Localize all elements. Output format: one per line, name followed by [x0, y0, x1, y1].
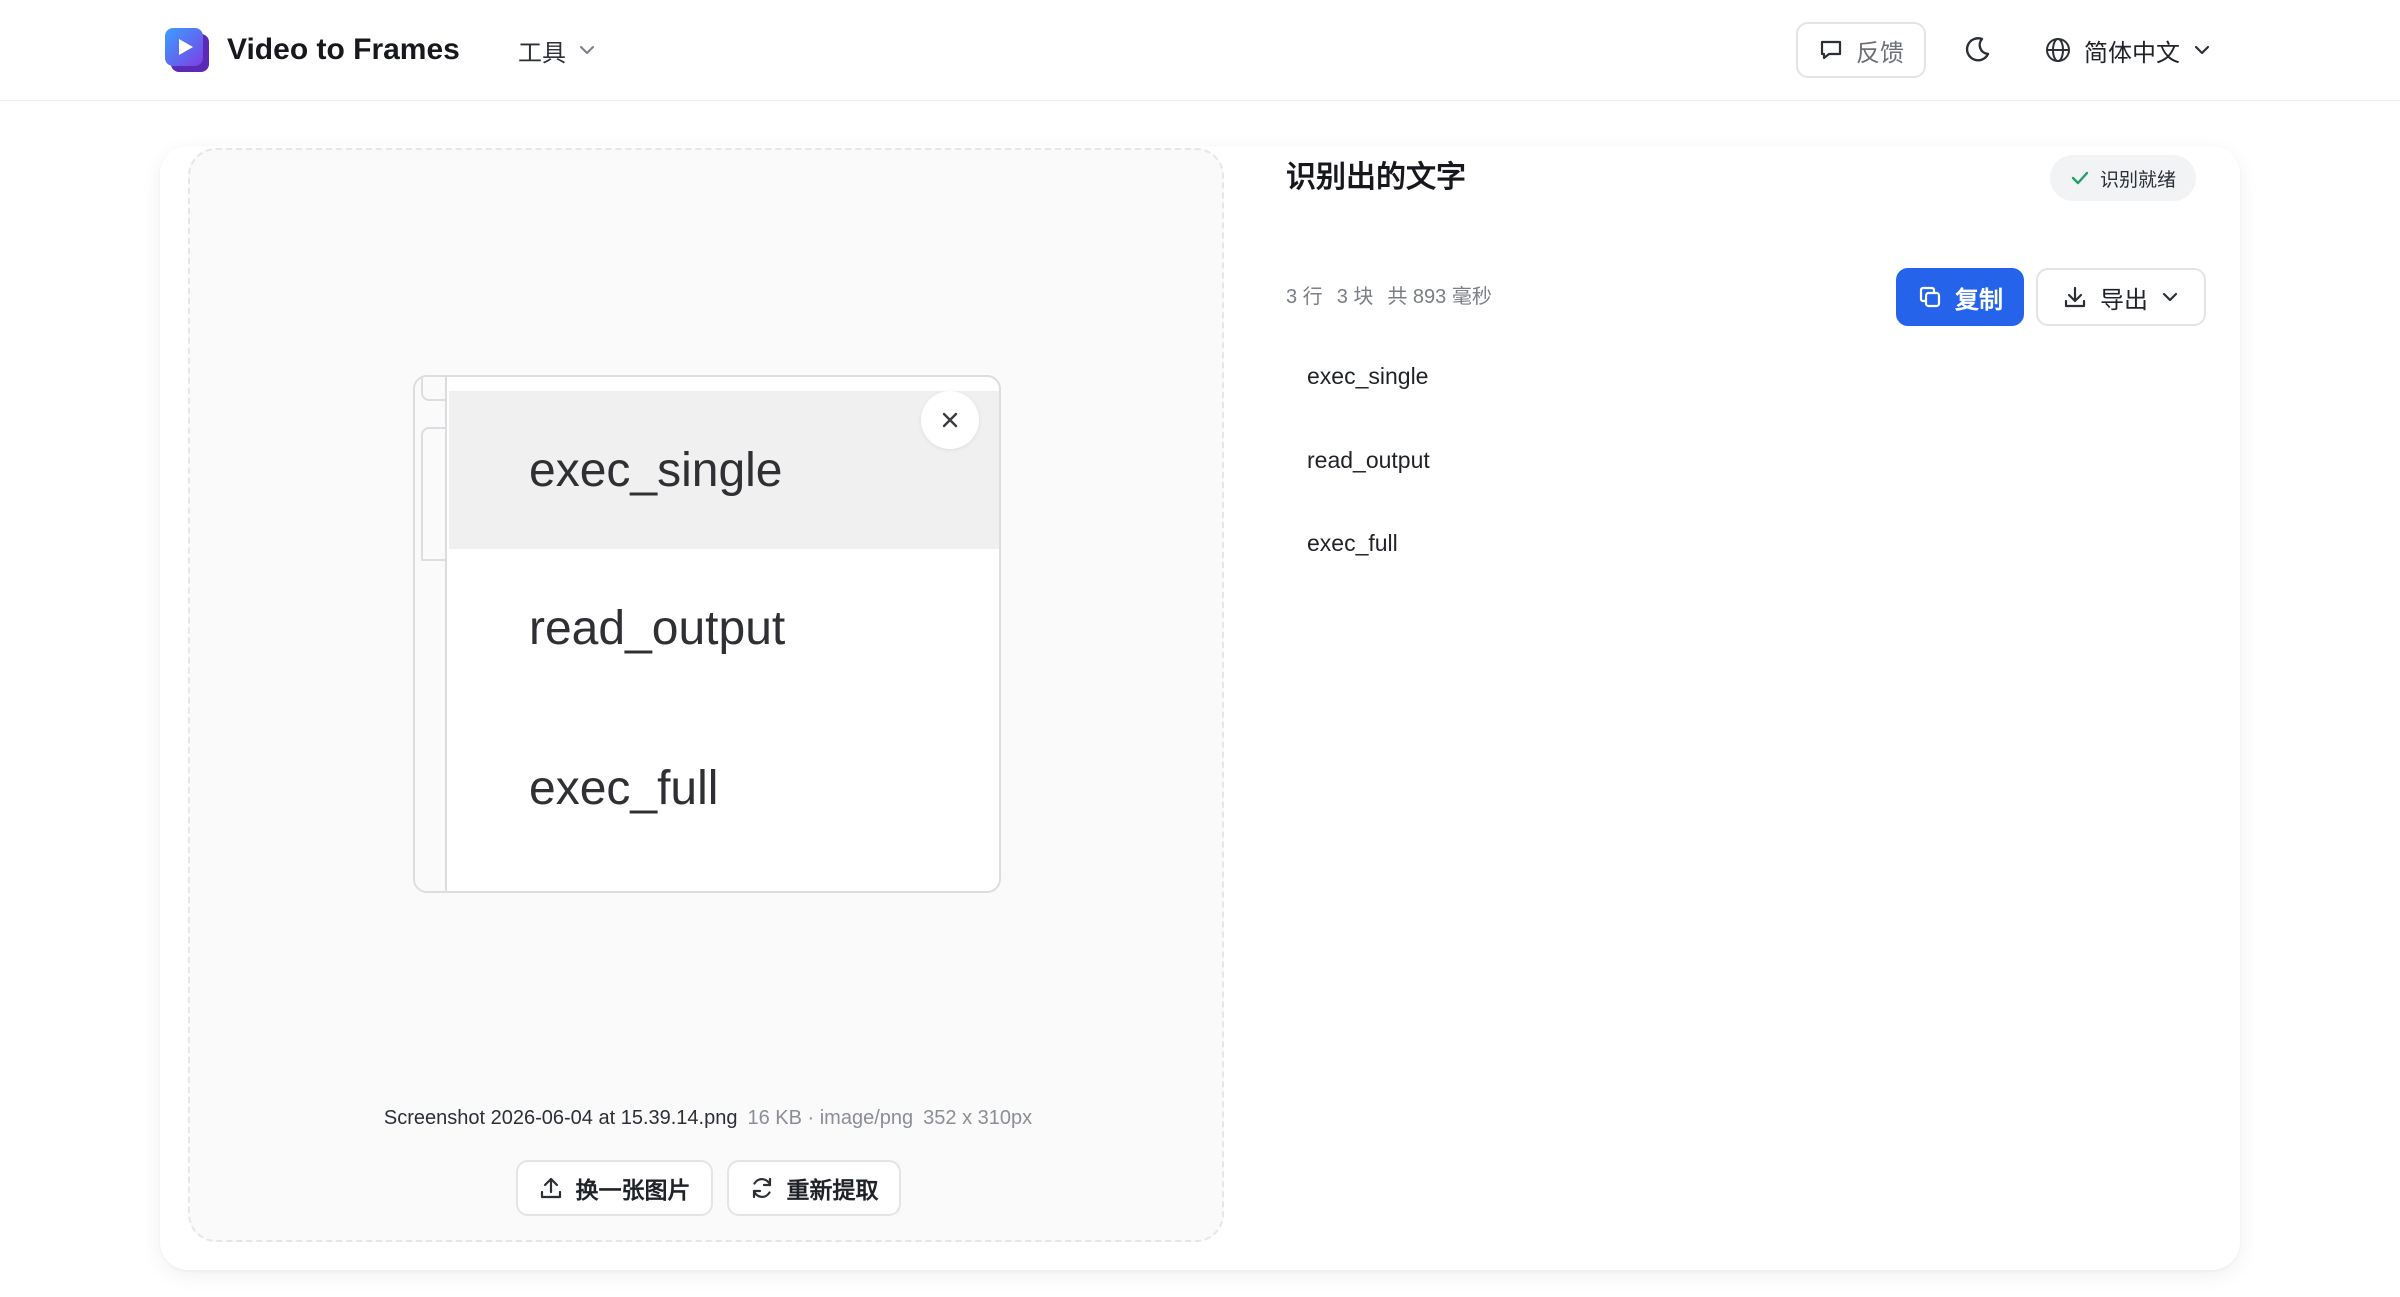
rail-segment — [421, 427, 447, 561]
image-preview-dropzone[interactable]: exec_single read_output exec_full Screen… — [188, 148, 1224, 1242]
status-badge-label: 识别就绪 — [2100, 169, 2177, 191]
reextract-label: 重新提取 — [786, 1177, 879, 1203]
export-label: 导出 — [2100, 286, 2148, 314]
tools-label: 工具 — [518, 39, 566, 67]
uploaded-image: exec_single read_output exec_full — [413, 375, 1001, 893]
result-stats: 3 行 3 块 共 893 毫秒 — [1286, 283, 1492, 311]
file-meta: 16 KB · image/png — [747, 1107, 914, 1129]
feedback-label: 反馈 — [1856, 39, 1904, 67]
copy-label: 复制 — [1955, 286, 2003, 314]
recognized-line[interactable]: exec_full — [1307, 523, 1398, 563]
top-header: Video to Frames 工具 反馈 简体中文 — [0, 0, 2400, 101]
file-name: Screenshot 2026-06-04 at 15.39.14.png — [383, 1107, 738, 1129]
feedback-button[interactable]: 反馈 — [1796, 22, 1926, 78]
file-dimensions: 352 x 310px — [923, 1107, 1033, 1129]
recognized-line[interactable]: exec_single — [1307, 356, 1428, 396]
result-title: 识别出的文字 — [1286, 161, 1466, 194]
language-selector[interactable]: 简体中文 — [2044, 28, 2212, 72]
image-text-row: exec_full — [529, 761, 719, 815]
status-badge: 识别就绪 — [2050, 155, 2197, 201]
export-dropdown-button[interactable]: 导出 — [2036, 268, 2206, 326]
replace-image-label: 换一张图片 — [575, 1177, 691, 1203]
globe-icon — [2044, 36, 2072, 64]
download-icon — [2062, 284, 2088, 310]
stat-time: 共 893 毫秒 — [1387, 286, 1492, 308]
chevron-down-icon — [578, 41, 596, 59]
replace-image-button[interactable]: 换一张图片 — [515, 1160, 713, 1216]
preview-actions: 换一张图片 重新提取 — [190, 1160, 1226, 1216]
chevron-down-icon — [2192, 40, 2212, 60]
check-icon — [2070, 168, 2090, 188]
close-icon — [921, 391, 979, 449]
language-label: 简体中文 — [2084, 39, 2180, 67]
image-side-rail — [415, 377, 447, 891]
brand-name[interactable]: Video to Frames — [227, 30, 460, 70]
upload-icon — [538, 1175, 564, 1201]
stat-lines: 3 行 — [1286, 286, 1323, 308]
file-info: Screenshot 2026-06-04 at 15.39.14.png 16 … — [190, 1104, 1226, 1132]
message-icon — [1818, 37, 1844, 63]
app-logo-icon[interactable] — [163, 26, 211, 74]
reextract-button[interactable]: 重新提取 — [726, 1160, 901, 1216]
copy-icon — [1917, 284, 1943, 310]
image-text-row: exec_single — [449, 391, 999, 549]
theme-toggle-button[interactable] — [1955, 28, 1999, 72]
rail-segment — [421, 377, 447, 401]
copy-button[interactable]: 复制 — [1896, 268, 2024, 326]
recognized-line[interactable]: read_output — [1307, 440, 1430, 480]
tools-menu[interactable]: 工具 — [518, 30, 596, 70]
chevron-down-icon — [2160, 287, 2180, 307]
stat-blocks: 3 块 — [1336, 286, 1374, 308]
image-text-row: read_output — [529, 601, 786, 655]
refresh-icon — [749, 1175, 775, 1201]
moon-icon — [1961, 34, 1993, 66]
